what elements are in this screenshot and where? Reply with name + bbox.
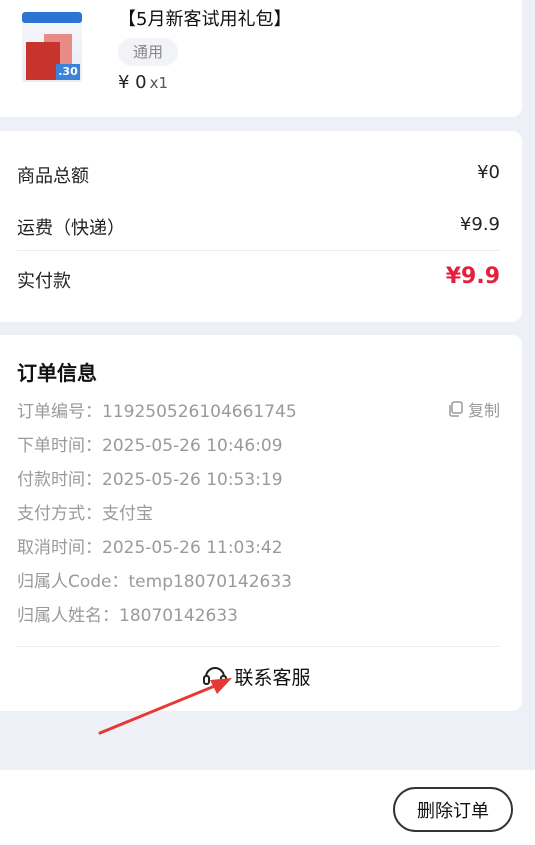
product-tag: 通用	[118, 38, 178, 66]
pay-time: 付款时间：2025-05-26 10:53:19	[17, 470, 283, 490]
owner-name: 归属人姓名：18070142633	[17, 606, 238, 626]
cancel-time: 取消时间：2025-05-26 11:03:42	[17, 538, 283, 558]
order-number: 订单编号：119250526104661745	[17, 402, 297, 422]
copy-label: 复制	[467, 401, 500, 420]
price-value: ¥ 0	[118, 72, 147, 93]
info-divider	[17, 646, 500, 647]
shipping-value: ¥9.9	[459, 214, 500, 235]
headset-icon	[203, 667, 228, 689]
delete-order-button[interactable]: 删除订单	[393, 787, 513, 832]
thumbnail-box-front	[26, 42, 60, 80]
product-quantity: x1	[149, 74, 169, 92]
price-summary-card: 商品总额 ¥0 运费（快递） ¥9.9 实付款 ¥9.9	[0, 131, 522, 322]
product-thumbnail[interactable]: .30	[22, 12, 82, 82]
paid-label: 实付款	[17, 271, 71, 292]
contact-service-button[interactable]: 联系客服	[0, 662, 522, 690]
order-info-card: 订单信息 订单编号：119250526104661745 复制 下单时间：202…	[0, 335, 522, 711]
product-card[interactable]: .30 【5月新客试用礼包】 通用 ¥ 0 x1	[0, 0, 522, 117]
pay-method: 支付方式：支付宝	[17, 504, 153, 524]
paid-value: ¥9.9	[445, 264, 500, 289]
copy-button[interactable]: 复制	[447, 397, 500, 421]
thumbnail-banner	[22, 12, 82, 23]
order-time: 下单时间：2025-05-26 10:46:09	[17, 436, 283, 456]
copy-icon	[449, 401, 463, 417]
product-title[interactable]: 【5月新客试用礼包】	[118, 5, 291, 31]
shipping-label: 运费（快递）	[17, 218, 125, 239]
goods-total-value: ¥0	[477, 162, 500, 183]
bottom-action-bar: 删除订单	[0, 770, 535, 845]
thumbnail-badge: .30	[56, 64, 80, 80]
product-price: ¥ 0 x1	[118, 72, 168, 93]
goods-total-label: 商品总额	[17, 166, 89, 187]
contact-service-label: 联系客服	[234, 666, 311, 689]
summary-divider	[17, 250, 500, 251]
order-info-title: 订单信息	[17, 361, 97, 385]
owner-code: 归属人Code：temp18070142633	[17, 572, 292, 592]
